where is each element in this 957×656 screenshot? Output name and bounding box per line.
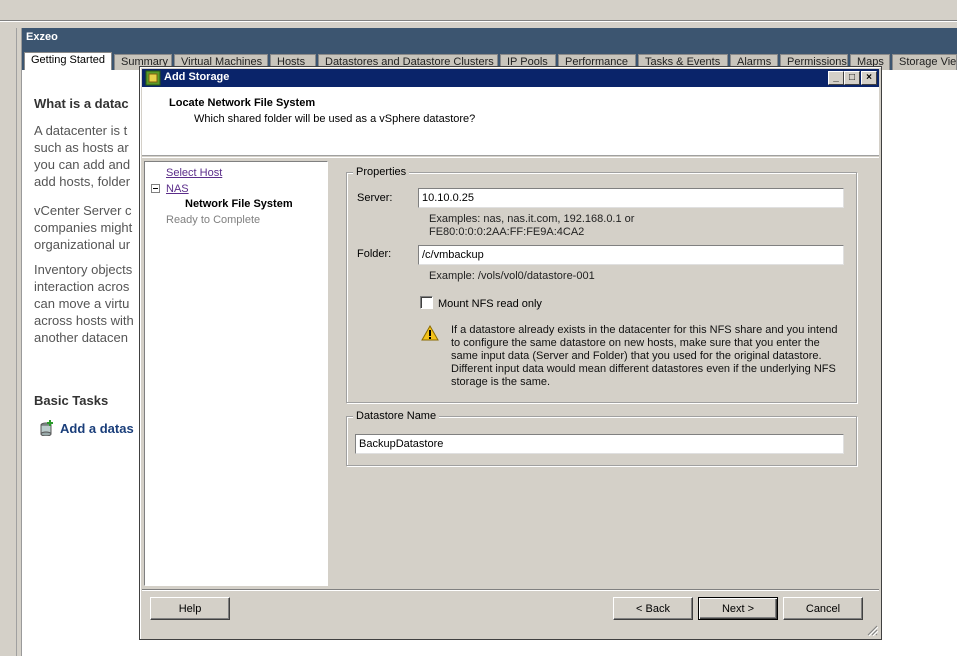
resize-grip-icon[interactable] (866, 624, 879, 637)
folder-label: Folder: (357, 248, 392, 260)
minimize-button[interactable]: _ (828, 71, 844, 85)
wizard-steps-panel: Select Host NAS Network File System Read… (144, 161, 328, 586)
warning-icon (421, 324, 439, 341)
collapse-icon[interactable] (151, 184, 160, 193)
nfs-warning-text: If a datastore already exists in the dat… (451, 324, 838, 388)
paragraph-2: vCenter Server c companies might organizat… (34, 203, 133, 252)
server-label: Server: (357, 192, 393, 204)
properties-legend: Properties (353, 166, 410, 178)
help-button[interactable]: Help (150, 597, 230, 620)
paragraph-1: A datacenter is t such as hosts ar you can… (34, 123, 131, 189)
datastore-name-input[interactable] (355, 434, 844, 454)
top-strip (0, 0, 957, 28)
page-heading: What is a datac (34, 96, 129, 111)
inventory-title: Exzeo (26, 31, 58, 43)
step-network-file-system: Network File System (185, 198, 293, 210)
folder-hint: Example: /vols/vol0/datastore-001 (429, 270, 595, 282)
wizard-header: Locate Network File System Which shared … (142, 87, 879, 156)
server-input[interactable] (418, 188, 844, 208)
tab-getting-started[interactable]: Getting Started (24, 52, 112, 70)
folder-input[interactable] (418, 245, 844, 265)
properties-group: Properties Server: Examples: nas, nas.it… (346, 166, 857, 403)
cancel-button[interactable]: Cancel (783, 597, 863, 620)
add-storage-dialog: Add Storage _ □ × Locate Network File Sy… (139, 66, 882, 640)
mount-readonly-label: Mount NFS read only (438, 298, 542, 310)
inventory-pane-edge (0, 28, 22, 656)
dialog-title: Add Storage (164, 71, 230, 83)
next-button[interactable]: Next > (698, 597, 778, 620)
basic-tasks-heading: Basic Tasks (34, 393, 109, 408)
close-button[interactable]: × (861, 71, 877, 85)
datastore-name-group: Datastore Name (346, 410, 857, 466)
add-datastore-task-link[interactable]: Add a datas (40, 420, 134, 437)
back-button[interactable]: < Back (613, 597, 693, 620)
mount-readonly-checkbox[interactable] (420, 296, 433, 309)
wizard-step-subtitle: Which shared folder will be used as a vS… (194, 113, 476, 125)
tab-storage-views[interactable]: Storage Views (892, 54, 957, 70)
storage-app-icon (145, 70, 161, 86)
step-ready-to-complete: Ready to Complete (166, 214, 261, 226)
maximize-button[interactable]: □ (844, 71, 860, 85)
wizard-step-title: Locate Network File System (169, 97, 316, 109)
datastore-name-legend: Datastore Name (353, 410, 440, 422)
step-select-host[interactable]: Select Host (166, 167, 222, 179)
dialog-titlebar[interactable]: Add Storage _ □ × (142, 69, 879, 87)
datastore-add-icon (40, 420, 54, 437)
step-nas[interactable]: NAS (166, 183, 189, 195)
server-hint: Examples: nas, nas.it.com, 192.168.0.1 o… (429, 213, 635, 238)
paragraph-3: Inventory objects interaction acros can mo… (34, 262, 134, 345)
